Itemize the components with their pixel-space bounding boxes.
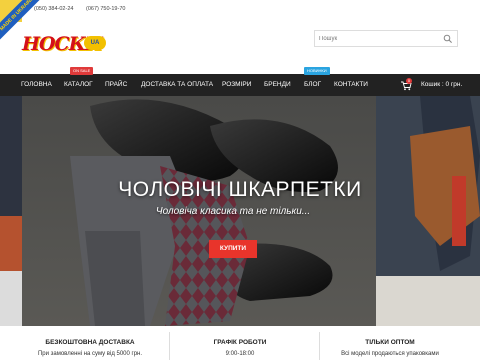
hero-subtitle: Чоловіча класика та не тільки... [155,206,311,217]
phone-1[interactable]: (050) 384-02-24 [34,6,73,12]
feature-text: При замовленні на суму від 5000 грн. [37,351,143,357]
feature-heading: ТІЛЬКИ ОПТОМ [365,339,415,346]
new-badge: НОВИНКИ [304,67,330,75]
search-icon[interactable] [443,34,453,44]
nav-item-sizes[interactable]: РОЗМІРИ [222,74,251,96]
search-input[interactable] [319,33,439,45]
feature-heading: ГРАФІК РОБОТИ [213,339,267,346]
nav-item-brands[interactable]: БРЕНДИ [264,74,291,96]
feature-heading: БЕЗКОШТОВНА ДОСТАВКА [45,339,135,346]
nav-item-delivery[interactable]: ДОСТАВКА ТА ОПЛАТА [141,74,213,96]
nav-item-catalog[interactable]: ON SALE КАТАЛОГ [64,67,94,96]
nav-item-blog[interactable]: НОВИНКИ БЛОГ [304,67,330,96]
hero-title: ЧОЛОВІЧІ ШКАРПЕТКИ [118,178,362,201]
main-nav: ГОЛОВНА ON SALE КАТАЛОГ ПРАЙС ДОСТАВКА Т… [0,67,480,96]
feature-free-delivery: БЕЗКОШТОВНА ДОСТАВКА При замовленні на с… [10,326,170,360]
feature-wholesale: ТІЛЬКИ ОПТОМ Всі моделі продаються упако… [310,326,470,360]
header: НОСКИ UA [0,20,480,74]
nav-item-contacts[interactable]: КОНТАКТИ [334,74,368,96]
cart-count: 0 [406,78,412,84]
sale-badge: ON SALE [70,67,94,75]
feature-text: Всі моделі продаються упаковками [341,351,439,357]
feature-text: 9:00-18:00 [225,351,255,357]
search-box [314,30,458,47]
nav-item-home[interactable]: ГОЛОВНА [21,74,52,96]
cart-label: Кошик : 0 грн. [421,81,463,88]
nav-item-price[interactable]: ПРАЙС [105,74,127,96]
buy-button[interactable]: КУПИТИ [209,240,257,258]
feature-schedule: ГРАФІК РОБОТИ 9:00-18:00 [160,326,320,360]
top-bar: (050) 384-02-24 (067) 750-19-70 [0,0,480,20]
logo[interactable]: НОСКИ UA [22,33,106,55]
features-bar: БЕЗКОШТОВНА ДОСТАВКА При замовленні на с… [0,326,480,360]
hero-banner: ЧОЛОВІЧІ ШКАРПЕТКИ Чоловіча класика та н… [0,96,480,326]
phone-2[interactable]: (067) 750-19-70 [86,6,125,12]
logo-badge: UA [84,36,106,50]
